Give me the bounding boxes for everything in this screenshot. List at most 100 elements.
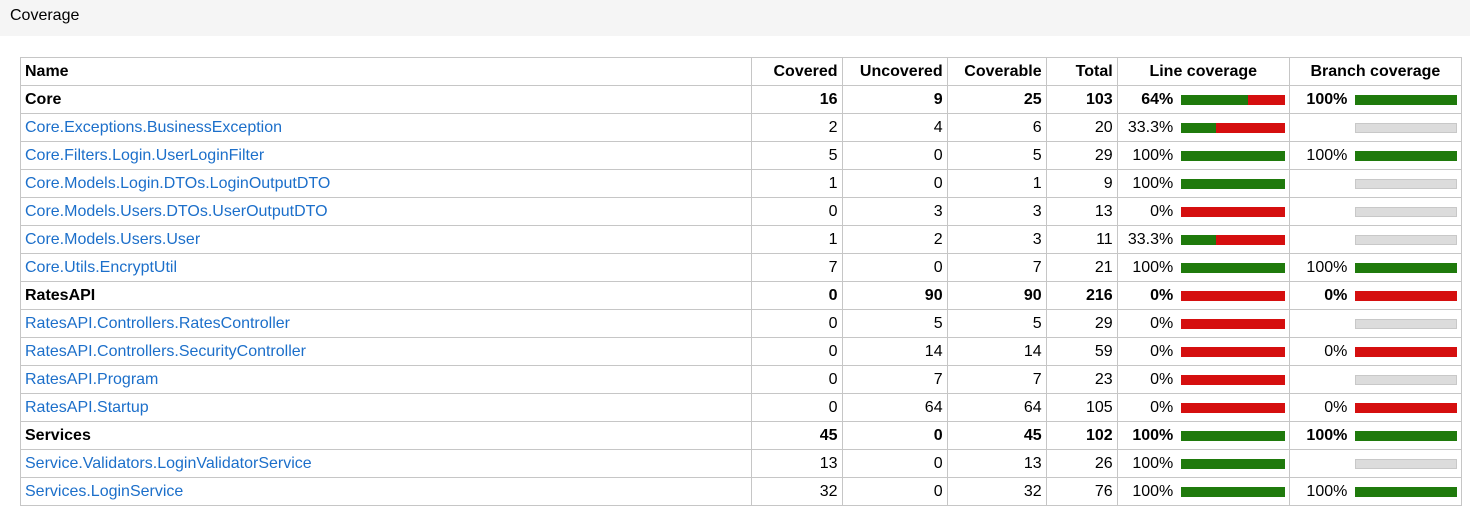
uncovered-segment — [1181, 402, 1285, 413]
line-coverage-percent: 100% — [1116, 477, 1178, 506]
group-name: Core — [25, 90, 62, 108]
coverable-cell: 7 — [946, 253, 1047, 282]
line-coverage-bar — [1181, 430, 1285, 441]
branch-coverage-bar — [1355, 234, 1457, 245]
uncovered-segment — [1355, 346, 1457, 357]
line-coverage-bar-cell — [1177, 85, 1290, 114]
uncovered-cell: 0 — [841, 421, 948, 450]
uncovered-cell: 7 — [841, 365, 948, 394]
row-name-cell: Core.Models.Users.User — [19, 225, 753, 254]
column-header-branch-coverage[interactable]: Branch coverage — [1288, 57, 1463, 86]
branch-coverage-percent: 0% — [1288, 337, 1352, 366]
branch-coverage-bar — [1355, 122, 1457, 133]
column-header-total[interactable]: Total — [1045, 57, 1118, 86]
group-name: Services — [25, 426, 91, 444]
column-header-uncovered[interactable]: Uncovered — [841, 57, 948, 86]
line-coverage-bar — [1181, 486, 1285, 497]
class-link[interactable]: RatesAPI.Controllers.RatesController — [25, 315, 290, 332]
line-coverage-bar — [1181, 262, 1285, 273]
row-name-cell: Core — [19, 85, 753, 114]
row-name-cell: RatesAPI.Program — [19, 365, 753, 394]
branch-coverage-bar-cell — [1351, 85, 1463, 114]
branch-coverage-bar — [1355, 402, 1457, 413]
branch-coverage-bar-cell — [1351, 477, 1463, 506]
column-header-name[interactable]: Name — [19, 57, 753, 86]
table-row: Core.Utils.EncryptUtil 7 0 7 21 100% 100% — [19, 253, 1463, 282]
column-header-covered[interactable]: Covered — [751, 57, 843, 86]
class-link[interactable]: RatesAPI.Program — [25, 371, 158, 388]
branch-coverage-percent: 0% — [1288, 281, 1352, 310]
branch-coverage-bar — [1355, 150, 1457, 161]
line-coverage-bar — [1181, 402, 1285, 413]
total-cell: 216 — [1045, 281, 1118, 310]
total-cell: 21 — [1045, 253, 1118, 282]
class-link[interactable]: Core.Exceptions.BusinessException — [25, 119, 282, 136]
row-name-cell: Core.Filters.Login.UserLoginFilter — [19, 141, 753, 170]
uncovered-cell: 0 — [841, 477, 948, 506]
page-header: Coverage — [0, 0, 1470, 36]
branch-coverage-bar-cell — [1351, 365, 1463, 394]
branch-coverage-bar — [1355, 290, 1457, 301]
class-link[interactable]: Core.Models.Users.User — [25, 231, 200, 248]
line-coverage-percent: 100% — [1116, 253, 1178, 282]
column-header-coverable[interactable]: Coverable — [946, 57, 1047, 86]
row-name-cell: RatesAPI.Startup — [19, 393, 753, 422]
line-coverage-bar-cell — [1177, 253, 1290, 282]
class-link[interactable]: Service.Validators.LoginValidatorService — [25, 455, 312, 472]
branch-coverage-percent — [1288, 113, 1352, 142]
table-row: RatesAPI.Startup 0 64 64 105 0% 0% — [19, 393, 1463, 422]
total-cell: 23 — [1045, 365, 1118, 394]
line-coverage-bar — [1181, 150, 1285, 161]
branch-coverage-percent: 100% — [1288, 421, 1352, 450]
class-link[interactable]: RatesAPI.Controllers.SecurityController — [25, 343, 306, 360]
row-name-cell: RatesAPI — [19, 281, 753, 310]
uncovered-segment — [1247, 94, 1285, 105]
uncovered-segment — [1215, 234, 1285, 245]
class-link[interactable]: Core.Utils.EncryptUtil — [25, 259, 177, 276]
line-coverage-percent: 0% — [1116, 337, 1178, 366]
class-link[interactable]: Core.Filters.Login.UserLoginFilter — [25, 147, 264, 164]
line-coverage-percent: 0% — [1116, 197, 1178, 226]
coverable-cell: 7 — [946, 365, 1047, 394]
covered-segment — [1355, 486, 1457, 497]
branch-coverage-percent — [1288, 309, 1352, 338]
covered-cell: 5 — [751, 141, 843, 170]
class-link[interactable]: Core.Models.Login.DTOs.LoginOutputDTO — [25, 175, 330, 192]
uncovered-segment — [1215, 122, 1285, 133]
class-link[interactable]: Core.Models.Users.DTOs.UserOutputDTO — [25, 203, 328, 220]
row-name-cell: RatesAPI.Controllers.SecurityController — [19, 337, 753, 366]
uncovered-segment — [1181, 346, 1285, 357]
covered-cell: 0 — [751, 197, 843, 226]
table-row: Core.Models.Login.DTOs.LoginOutputDTO 1 0 1… — [19, 169, 1463, 198]
coverable-cell: 90 — [946, 281, 1047, 310]
covered-cell: 32 — [751, 477, 843, 506]
coverable-cell: 1 — [946, 169, 1047, 198]
class-link[interactable]: RatesAPI.Startup — [25, 399, 149, 416]
line-coverage-bar-cell — [1177, 393, 1290, 422]
line-coverage-percent: 100% — [1116, 169, 1178, 198]
table-row: Core.Exceptions.BusinessException 2 4 6 20 33… — [19, 113, 1463, 142]
line-coverage-bar-cell — [1177, 477, 1290, 506]
branch-coverage-bar-cell — [1351, 197, 1463, 226]
total-cell: 103 — [1045, 85, 1118, 114]
column-header-line-coverage[interactable]: Line coverage — [1116, 57, 1290, 86]
branch-coverage-bar — [1355, 206, 1457, 217]
line-coverage-percent: 100% — [1116, 449, 1178, 478]
line-coverage-bar-cell — [1177, 337, 1290, 366]
coverable-cell: 5 — [946, 309, 1047, 338]
covered-segment — [1181, 94, 1248, 105]
branch-coverage-bar — [1355, 262, 1457, 273]
uncovered-segment — [1181, 206, 1285, 217]
uncovered-cell: 0 — [841, 169, 948, 198]
total-cell: 102 — [1045, 421, 1118, 450]
uncovered-cell: 3 — [841, 197, 948, 226]
line-coverage-bar-cell — [1177, 449, 1290, 478]
table-row: RatesAPI.Controllers.RatesController 0 5 5 2… — [19, 309, 1463, 338]
coverable-cell: 32 — [946, 477, 1047, 506]
covered-cell: 0 — [751, 337, 843, 366]
total-cell: 11 — [1045, 225, 1118, 254]
covered-cell: 0 — [751, 309, 843, 338]
covered-cell: 1 — [751, 169, 843, 198]
class-link[interactable]: Services.LoginService — [25, 483, 183, 500]
covered-cell: 16 — [751, 85, 843, 114]
